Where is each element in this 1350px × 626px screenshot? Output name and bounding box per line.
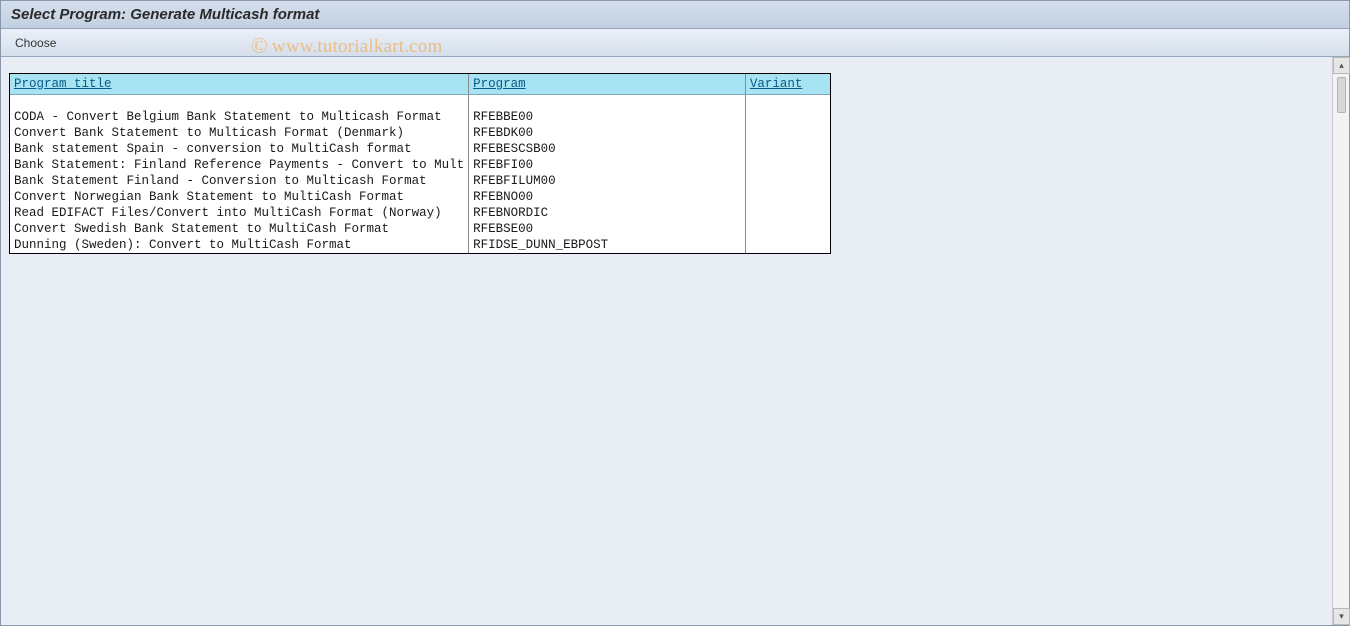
cell-variant [745, 141, 830, 157]
table-row[interactable]: Read EDIFACT Files/Convert into MultiCas… [10, 205, 830, 221]
page-title: Select Program: Generate Multicash forma… [11, 6, 319, 23]
cell-variant [745, 205, 830, 221]
scroll-thumb[interactable] [1337, 77, 1346, 113]
cell-program: RFEBDK00 [469, 125, 746, 141]
cell-program: RFEBNORDIC [469, 205, 746, 221]
cell-variant [745, 189, 830, 205]
cell-title: Convert Norwegian Bank Statement to Mult… [10, 189, 469, 205]
cell-title: Dunning (Sweden): Convert to MultiCash F… [10, 237, 469, 253]
cell-program: RFEBSE00 [469, 221, 746, 237]
cell-title: Convert Bank Statement to Multicash Form… [10, 125, 469, 141]
cell-program: RFEBNO00 [469, 189, 746, 205]
content-area: Program title Program Variant CODA - Con… [1, 57, 1332, 625]
cell-title: Bank statement Spain - conversion to Mul… [10, 141, 469, 157]
app-window: Select Program: Generate Multicash forma… [0, 0, 1350, 626]
scroll-up-arrow-icon[interactable]: ▴ [1333, 57, 1350, 74]
cell-title: Bank Statement Finland - Conversion to M… [10, 173, 469, 189]
cell-program: RFIDSE_DUNN_EBPOST [469, 237, 746, 253]
table-header-row: Program title Program Variant [10, 74, 830, 95]
table-row[interactable]: Convert Norwegian Bank Statement to Mult… [10, 189, 830, 205]
cell-title: Convert Swedish Bank Statement to MultiC… [10, 221, 469, 237]
table-blank-row [10, 95, 830, 109]
table-row[interactable]: Bank Statement: Finland Reference Paymen… [10, 157, 830, 173]
table-row[interactable]: Bank Statement Finland - Conversion to M… [10, 173, 830, 189]
toolbar: Choose [1, 29, 1349, 57]
cell-program: RFEBBE00 [469, 109, 746, 125]
scroll-down-arrow-icon[interactable]: ▾ [1333, 608, 1350, 625]
vertical-scrollbar[interactable]: ▴ ▾ [1332, 57, 1349, 625]
table-row[interactable]: Convert Bank Statement to Multicash Form… [10, 125, 830, 141]
cell-program: RFEBFI00 [469, 157, 746, 173]
cell-title: Read EDIFACT Files/Convert into MultiCas… [10, 205, 469, 221]
cell-title: CODA - Convert Belgium Bank Statement to… [10, 109, 469, 125]
table-row[interactable]: Dunning (Sweden): Convert to MultiCash F… [10, 237, 830, 253]
col-header-variant[interactable]: Variant [745, 74, 830, 95]
col-header-program[interactable]: Program [469, 74, 746, 95]
cell-variant [745, 125, 830, 141]
cell-variant [745, 109, 830, 125]
program-table: Program title Program Variant CODA - Con… [9, 73, 831, 254]
cell-variant [745, 173, 830, 189]
cell-variant [745, 157, 830, 173]
titlebar: Select Program: Generate Multicash forma… [1, 1, 1349, 29]
cell-title: Bank Statement: Finland Reference Paymen… [10, 157, 469, 173]
cell-program: RFEBESCSB00 [469, 141, 746, 157]
cell-variant [745, 221, 830, 237]
choose-button[interactable]: Choose [15, 36, 56, 50]
table-row[interactable]: CODA - Convert Belgium Bank Statement to… [10, 109, 830, 125]
cell-program: RFEBFILUM00 [469, 173, 746, 189]
col-header-title[interactable]: Program title [10, 74, 469, 95]
cell-variant [745, 237, 830, 253]
table-row[interactable]: Bank statement Spain - conversion to Mul… [10, 141, 830, 157]
table-row[interactable]: Convert Swedish Bank Statement to MultiC… [10, 221, 830, 237]
